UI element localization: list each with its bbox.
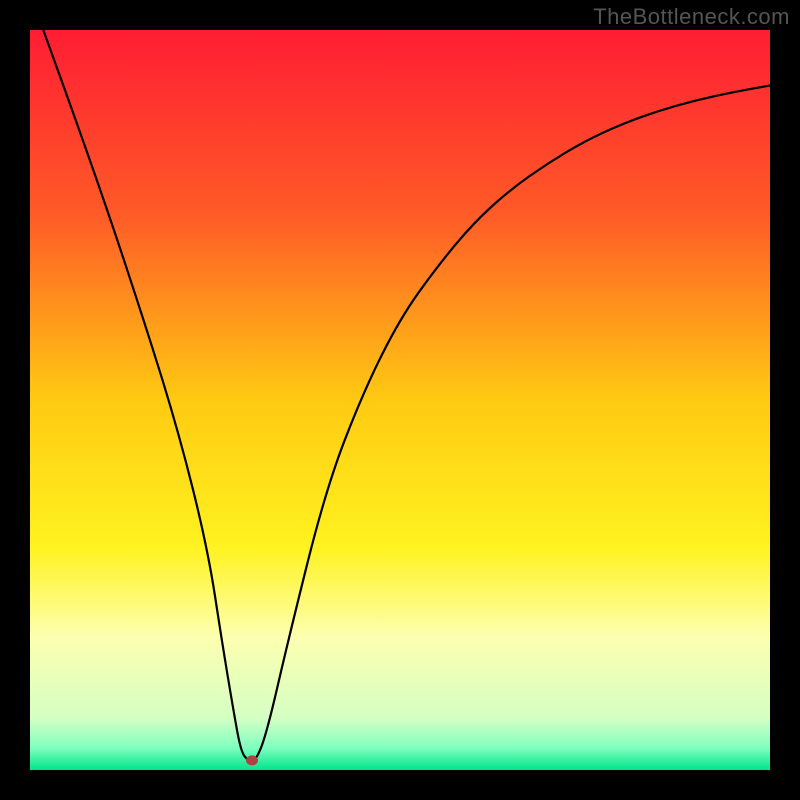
plot-area (30, 30, 770, 770)
chart-frame: TheBottleneck.com (0, 0, 800, 800)
watermark-text: TheBottleneck.com (593, 4, 790, 30)
chart-svg (30, 30, 770, 770)
optimal-point-marker (246, 755, 258, 765)
gradient-background (30, 30, 770, 770)
